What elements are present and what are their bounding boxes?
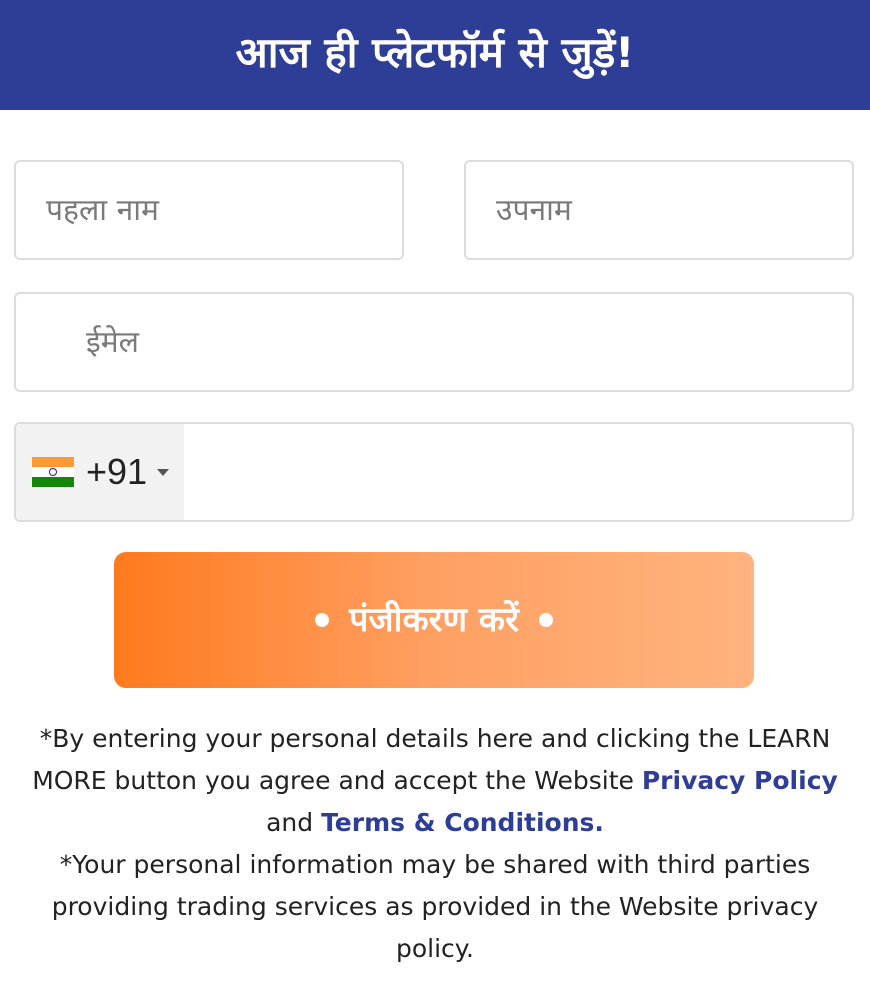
page-title: आज ही प्लेटफॉर्म से जुड़ें! xyxy=(235,27,635,77)
bullet-dot-icon xyxy=(538,613,553,627)
consent-text: *By entering your personal details here … xyxy=(32,724,838,837)
last-name-input[interactable] xyxy=(496,162,852,258)
phone-input[interactable] xyxy=(184,424,852,520)
register-button-label: पंजीकरण करें xyxy=(349,600,519,640)
legal-disclaimer: *By entering your personal details here … xyxy=(14,718,856,970)
email-field[interactable] xyxy=(14,292,854,392)
bullet-dot-icon xyxy=(315,613,330,627)
data-sharing-text: *Your personal information may be shared… xyxy=(51,850,819,963)
first-name-input[interactable] xyxy=(46,162,402,258)
phone-field[interactable]: +91 xyxy=(14,422,854,522)
first-name-field[interactable] xyxy=(14,160,404,260)
privacy-policy-link[interactable]: Privacy Policy xyxy=(642,766,838,795)
terms-conditions-link[interactable]: Terms & Conditions. xyxy=(321,808,604,837)
country-code-selector[interactable]: +91 xyxy=(16,424,184,520)
dial-code: +91 xyxy=(86,451,148,492)
register-button[interactable]: पंजीकरण करें xyxy=(114,552,754,688)
last-name-field[interactable] xyxy=(464,160,854,260)
chevron-down-icon xyxy=(157,468,170,476)
email-input[interactable] xyxy=(86,294,852,390)
india-flag-icon xyxy=(32,457,74,487)
page-header: आज ही प्लेटफॉर्म से जुड़ें! xyxy=(0,0,870,110)
